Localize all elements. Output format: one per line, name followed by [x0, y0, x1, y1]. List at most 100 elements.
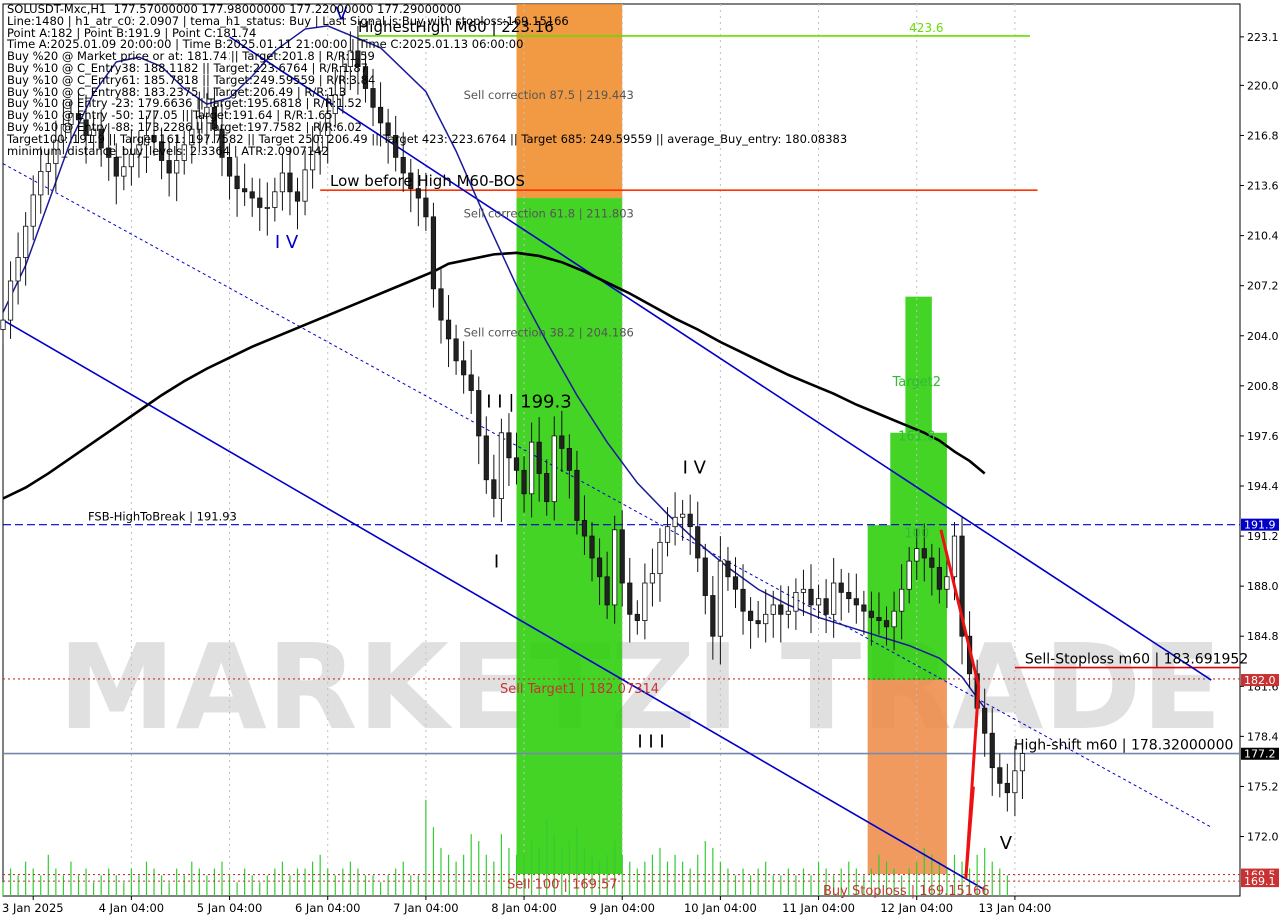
candle-body: [529, 441, 535, 495]
wave-label-6: V: [1000, 833, 1013, 854]
candle-body: [702, 557, 708, 596]
candle-body: [997, 767, 1003, 784]
candle-body: [445, 319, 452, 340]
candle-body: [242, 188, 248, 193]
candle-body: [219, 128, 225, 158]
zone-label-0: Target2: [891, 375, 941, 390]
price-badge-label-2: 177.2: [1244, 748, 1276, 761]
candle-body: [355, 50, 361, 67]
candle-body: [740, 588, 746, 612]
candle-body: [257, 197, 263, 208]
y-tick-label: 172.0: [1247, 831, 1279, 844]
candle-body: [808, 588, 814, 606]
y-tick-label: 197.6: [1247, 430, 1279, 443]
candle-body: [53, 139, 59, 165]
candle-body: [189, 128, 195, 146]
candle-body: [831, 582, 837, 615]
candle-body: [393, 135, 399, 158]
candle-body: [581, 520, 588, 537]
candle-body: [98, 128, 104, 149]
y-tick-label: 220.0: [1247, 79, 1279, 92]
candle-body: [725, 560, 731, 578]
candle-body: [838, 582, 844, 593]
candle-body: [249, 191, 255, 199]
candle-body: [264, 207, 270, 209]
wave-label-3: I: [494, 551, 499, 572]
candle-body: [1012, 770, 1018, 794]
candle-body: [483, 435, 489, 481]
candle-body: [951, 535, 958, 578]
x-tick-label: 7 Jan 04:00: [393, 901, 459, 915]
candle-body: [574, 469, 580, 521]
zone-label-1: 161.8: [898, 430, 935, 445]
candle-body: [121, 166, 127, 177]
candle-body: [815, 598, 822, 606]
candle-body: [476, 390, 482, 437]
x-tick-label: 6 Jan 04:00: [295, 901, 361, 915]
y-tick-label: 175.2: [1247, 780, 1279, 793]
fib-label-2: Sell correction 38.2 | 204.186: [464, 326, 634, 340]
candle-body: [536, 441, 542, 474]
candle-body: [929, 557, 935, 568]
level-label-0: HighestHigh M60 | 223.16: [358, 18, 554, 36]
candlestick-chart: MARKETZI TRADEHighestHigh M60 | 223.16 42…: [0, 3, 1279, 915]
price-badge-label-1: 182.0: [1244, 674, 1276, 687]
candle-body: [151, 135, 157, 143]
x-tick-label: 5 Jan 04:00: [197, 901, 263, 915]
candle-body: [83, 119, 89, 136]
candle-body: [106, 147, 112, 158]
candle-body: [891, 610, 897, 628]
candle-body: [717, 560, 723, 637]
candle-body: [672, 516, 678, 528]
candle-body: [1019, 753, 1026, 772]
candle-body: [310, 150, 316, 171]
candle-body: [853, 598, 859, 606]
candle-body: [868, 610, 875, 618]
candle-body: [627, 582, 633, 615]
wave-label-5: I I I: [637, 731, 664, 752]
candle-body: [68, 113, 74, 125]
candle-body: [770, 604, 776, 615]
candle-body: [695, 526, 701, 559]
y-tick-label: 213.6: [1247, 180, 1279, 193]
fib-label-0: Sell correction 87.5 | 219.443: [464, 88, 634, 102]
candle-body: [75, 113, 82, 121]
price-badge-label-0: 191.9: [1244, 519, 1276, 532]
candle-body: [687, 513, 693, 528]
candle-body: [649, 573, 656, 584]
candle-body: [294, 191, 301, 202]
candle-body: [521, 469, 527, 495]
candle-body: [332, 94, 338, 114]
candle-body: [664, 526, 671, 543]
candle-body: [899, 588, 905, 612]
candle-body: [506, 432, 512, 459]
candle-body: [181, 144, 187, 161]
candle-body: [642, 582, 648, 621]
candle-body: [680, 513, 686, 518]
candle-body: [91, 128, 97, 136]
level-label-4: Sell-Stoploss m60 | 183.691952: [1025, 652, 1248, 668]
candle-body: [883, 620, 890, 628]
candle-body: [347, 50, 353, 67]
candle-body: [619, 529, 625, 584]
candle-body: [876, 617, 882, 621]
y-tick-label: 184.8: [1247, 630, 1279, 643]
price-badge-label-4: 169.1: [1244, 875, 1276, 888]
candle-body: [763, 613, 769, 625]
candle-body: [921, 548, 927, 559]
x-tick-label: 12 Jan 04:00: [880, 901, 953, 915]
candle-body: [914, 548, 920, 562]
candle-body: [204, 106, 210, 118]
y-tick-label: 200.8: [1247, 380, 1279, 393]
candle-body: [23, 225, 29, 258]
x-tick-label: 9 Jan 04:00: [589, 901, 655, 915]
candle-body: [589, 535, 595, 559]
level-label-3: FSB-HighToBreak | 191.93: [88, 510, 237, 524]
y-tick-label: 204.0: [1247, 330, 1279, 343]
candle-body: [45, 163, 51, 172]
candle-body: [944, 576, 950, 590]
x-tick-label: 3 Jan 2025: [2, 901, 64, 915]
candle-body: [196, 116, 202, 130]
candle-body: [823, 598, 829, 615]
candle-body: [7, 280, 14, 321]
